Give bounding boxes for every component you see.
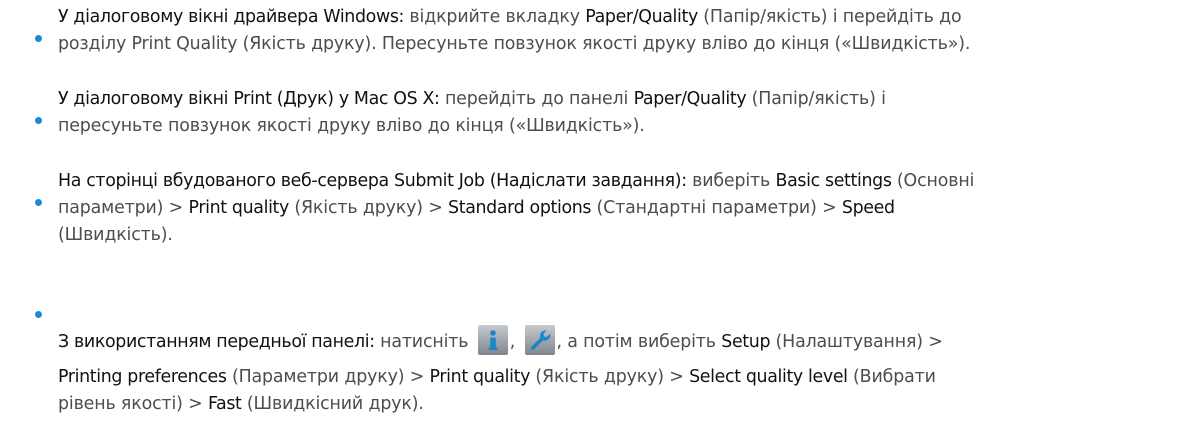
bold-run: Speed: [841, 198, 895, 218]
bold-run: Select quality level: [689, 367, 848, 387]
text-line: рівень якості) > Fast (Швидкісний друк).: [58, 393, 424, 415]
text-run: , а потім виберіть: [556, 332, 722, 352]
text-line: розділу Print Quality (Якість друку). Пе…: [58, 33, 970, 55]
text-run: (Налаштування) >: [770, 332, 943, 352]
bold-run: Paper/Quality: [585, 7, 698, 27]
bold-run: У діалоговому вікні драйвера Windows:: [58, 7, 405, 27]
text-run: рівень якості) >: [58, 394, 208, 414]
text-run: розділу Print Quality (Якість друку). Пе…: [58, 34, 971, 54]
bullet-icon: [35, 117, 42, 124]
text-line: (Швидкість).: [58, 224, 173, 246]
bold-run: Paper/Quality: [633, 89, 747, 109]
text-line: пересуньте повзунок якості друку вліво д…: [58, 115, 645, 137]
text-run: (Якість друку) >: [530, 367, 690, 387]
bold-run: На сторінці вбудованого веб-сервера Subm…: [58, 171, 687, 191]
text-run: пересуньте повзунок якості друку вліво д…: [58, 116, 645, 136]
text-run: відкрийте вкладку: [404, 7, 586, 27]
bold-run: Standard options: [448, 198, 592, 218]
bold-run: Printing preferences: [58, 367, 227, 387]
bullet-icon: [35, 35, 42, 42]
wrench-icon: [524, 325, 555, 355]
text-line: На сторінці вбудованого веб-сервера Subm…: [58, 170, 974, 192]
text-run: ,: [509, 332, 521, 352]
text-run: перейдіть до панелі: [439, 89, 634, 109]
bold-run: Setup: [721, 332, 771, 352]
text-run: (Параметри друку) >: [226, 367, 430, 387]
text-run: (Папір/якість) і: [746, 89, 886, 109]
text-run: виберіть: [686, 171, 776, 191]
bullet-icon: [35, 199, 42, 206]
text-run: (Якість друку) >: [288, 198, 449, 218]
bullet-icon: [35, 311, 42, 318]
text-run: (Швидкість).: [58, 225, 173, 245]
text-line: З використанням передньої панелі: натисн…: [58, 325, 943, 355]
bold-run: Basic settings: [775, 171, 892, 191]
text-line: Printing preferences (Параметри друку) >…: [58, 366, 936, 388]
text-run: (Вибрати: [847, 367, 936, 387]
bold-run: У діалоговому вікні Print (Друк) у Mac O…: [58, 89, 440, 109]
text-line: параметри) > Print quality (Якість друку…: [58, 197, 895, 219]
text-line: У діалоговому вікні драйвера Windows: ві…: [58, 6, 962, 28]
text-run: (Швидкісний друк).: [241, 394, 424, 414]
text-run: (Основні: [891, 171, 975, 191]
text-run: (Папір/якість) і перейдіть до: [697, 7, 962, 27]
text-line: У діалоговому вікні Print (Друк) у Mac O…: [58, 88, 886, 110]
text-run: параметри) >: [58, 198, 189, 218]
bold-run: Fast: [207, 394, 242, 414]
text-run: (Стандартні параметри) >: [591, 198, 842, 218]
bold-run: З використанням передньої панелі:: [58, 332, 375, 352]
info-icon: [477, 325, 508, 355]
bold-run: Print quality: [188, 198, 289, 218]
bold-run: Print quality: [429, 367, 531, 387]
instruction-list: У діалоговому вікні драйвера Windows: ві…: [0, 0, 1204, 430]
text-run: натисніть: [374, 332, 474, 352]
